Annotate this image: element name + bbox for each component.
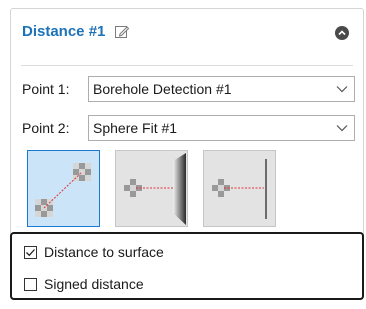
point-to-plane-icon	[124, 153, 186, 225]
edit-icon[interactable]	[114, 24, 130, 40]
point-to-line-icon	[212, 159, 267, 219]
header-divider	[21, 65, 353, 66]
point2-row: Point 2: Sphere Fit #1	[22, 115, 355, 141]
point-to-point-icon	[35, 163, 91, 217]
point2-select[interactable]: Sphere Fit #1	[88, 115, 355, 141]
distance-to-surface-label: Distance to surface	[44, 244, 164, 260]
panel-title: Distance #1	[22, 23, 106, 40]
collapse-button[interactable]	[335, 26, 349, 40]
mode-point-to-point-button[interactable]	[27, 150, 100, 227]
mode-point-to-line-button[interactable]	[203, 150, 276, 227]
signed-distance-option[interactable]: Signed distance	[24, 276, 144, 292]
distance-options-group: Distance to surface Signed distance	[10, 232, 364, 300]
distance-to-surface-checkbox[interactable]	[24, 245, 37, 259]
checkmark-icon	[26, 248, 35, 256]
point1-select[interactable]: Borehole Detection #1	[88, 76, 355, 102]
chevron-up-icon	[338, 30, 346, 36]
signed-distance-label: Signed distance	[44, 276, 144, 292]
panel-header: Distance #1	[22, 23, 130, 40]
point2-value: Sphere Fit #1	[93, 120, 178, 136]
point1-label: Point 1:	[22, 81, 70, 97]
point2-label: Point 2:	[22, 120, 70, 136]
point1-value: Borehole Detection #1	[93, 81, 232, 97]
mode-point-to-plane-button[interactable]	[115, 150, 188, 227]
chevron-down-icon	[336, 86, 348, 93]
signed-distance-checkbox[interactable]	[24, 277, 37, 291]
distance-to-surface-option[interactable]: Distance to surface	[24, 244, 164, 260]
chevron-down-icon	[336, 125, 348, 132]
point1-row: Point 1: Borehole Detection #1	[22, 76, 355, 102]
